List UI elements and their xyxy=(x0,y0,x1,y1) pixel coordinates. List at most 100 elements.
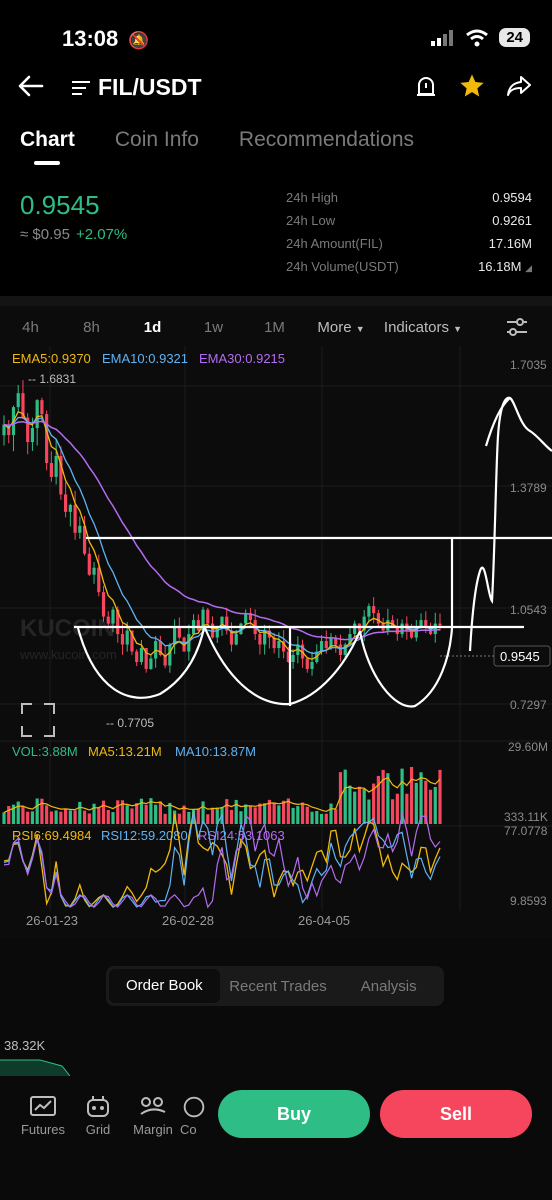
candle-body xyxy=(49,462,53,477)
volume-bar xyxy=(229,809,234,824)
volume-bar xyxy=(21,806,25,824)
volume-bar xyxy=(409,766,414,824)
stat-label: 24h Amount(FIL) xyxy=(286,236,383,251)
volume-bar xyxy=(272,802,276,824)
price-axis-label: 1.0543 xyxy=(510,603,547,617)
volume-bar xyxy=(343,769,347,824)
ema5-legend: EMA5:0.9370 xyxy=(12,351,91,366)
fullscreen-icon[interactable] xyxy=(21,703,55,737)
more-timeframes-dropdown[interactable]: More ▼ xyxy=(305,319,377,336)
candle-body xyxy=(30,428,35,443)
tab-recent-trades[interactable]: Recent Trades xyxy=(223,978,334,995)
volume-bar xyxy=(234,799,238,824)
volume-bar xyxy=(87,813,91,824)
price-axis-label: 1.7035 xyxy=(510,358,547,372)
tab-coin-info[interactable]: Coin Info xyxy=(115,128,199,152)
ema10-legend: EMA10:0.9321 xyxy=(102,351,188,366)
candle-body xyxy=(400,623,404,635)
tab-chart[interactable]: Chart xyxy=(20,128,75,152)
price-alert-icon[interactable] xyxy=(414,74,438,103)
volume-bar xyxy=(225,799,229,824)
rsi-axis-label: 77.0778 xyxy=(504,824,548,838)
grid-bot-icon xyxy=(87,1096,109,1117)
fiat-price-row: ≈ $0.95 +2.07% xyxy=(20,226,127,243)
candle-body xyxy=(244,613,248,624)
volume-bar xyxy=(391,799,395,824)
volume-bar xyxy=(49,811,53,824)
candle-body xyxy=(196,620,200,631)
volume-bar xyxy=(334,809,338,824)
caret-down-icon: ▼ xyxy=(453,323,463,334)
silent-bell-icon: 🔕 xyxy=(128,31,150,50)
timeframe-1m[interactable]: 1M xyxy=(244,319,305,336)
orderbook-tabs: Order Book Recent Trades Analysis xyxy=(106,966,444,1006)
candle-body xyxy=(168,644,172,666)
candle-body xyxy=(45,414,49,463)
volume-legend: VOL:3.88M xyxy=(12,744,78,759)
volume-bar xyxy=(82,810,87,824)
sell-button[interactable]: Sell xyxy=(380,1090,532,1138)
max-price-marker: -- 1.6831 xyxy=(28,372,76,386)
tab-analysis[interactable]: Analysis xyxy=(333,978,444,995)
candle-body xyxy=(277,641,281,649)
favorite-star-icon[interactable] xyxy=(458,72,486,105)
volume-bar xyxy=(395,793,399,824)
nav-futures[interactable]: Futures xyxy=(14,1092,72,1137)
timeframe-4h[interactable]: 4h xyxy=(0,319,61,336)
price-change: +2.07% xyxy=(75,226,128,243)
current-price-value: 0.9545 xyxy=(500,649,540,664)
indicators-dropdown[interactable]: Indicators ▼ xyxy=(377,319,469,336)
volume-bar xyxy=(296,806,300,824)
nav-grid[interactable]: Grid xyxy=(69,1092,127,1137)
volume-bar xyxy=(2,812,6,824)
timeframe-1w[interactable]: 1w xyxy=(183,319,244,336)
volume-bar xyxy=(177,813,181,824)
candle-body xyxy=(291,655,295,662)
volume-bar xyxy=(300,802,305,824)
candle-body xyxy=(16,393,20,408)
volume-bar xyxy=(277,805,281,824)
candle-body xyxy=(305,658,309,669)
volume-bar xyxy=(163,813,167,824)
price-chart[interactable]: KUCOIN www.kucoin.com EMA5:0.9370 EMA10:… xyxy=(0,346,552,936)
tab-order-book[interactable]: Order Book xyxy=(109,969,220,1003)
volume-bar xyxy=(26,811,30,824)
nav-label: Grid xyxy=(85,1122,111,1137)
volume-bar xyxy=(68,810,72,824)
nav-margin[interactable]: Margin xyxy=(124,1092,182,1137)
volume-bar xyxy=(106,809,110,824)
date-label: 26-02-28 xyxy=(162,913,214,928)
date-label: 26-04-05 xyxy=(298,913,350,928)
pair-selector[interactable]: FIL/USDT xyxy=(72,74,202,101)
last-price: 0.9545 xyxy=(20,190,100,220)
caret-down-icon: ▼ xyxy=(355,323,365,334)
volume-bar xyxy=(362,788,366,824)
volume-bar xyxy=(64,808,68,824)
candle-body xyxy=(353,623,357,635)
volume-bar xyxy=(144,804,148,824)
volume-bar xyxy=(54,810,58,824)
chart-settings-icon[interactable] xyxy=(506,317,528,341)
stat-24h-low: 24h Low 0.9261 xyxy=(286,213,532,236)
share-icon[interactable] xyxy=(506,74,532,103)
battery-indicator: 24 xyxy=(499,28,530,47)
rsi12-legend: RSI12:59.2080 xyxy=(101,828,188,843)
section-divider xyxy=(0,296,552,306)
volume-bar xyxy=(386,773,390,824)
back-arrow-icon[interactable] xyxy=(18,72,44,104)
volume-bar xyxy=(59,811,63,824)
margin-icon xyxy=(140,1097,166,1115)
volume-axis-label: 333.11K xyxy=(504,810,548,824)
candle-body xyxy=(372,606,376,614)
timeframe-8h[interactable]: 8h xyxy=(61,319,122,336)
timeframe-1d[interactable]: 1d xyxy=(122,319,183,336)
tab-recommendations[interactable]: Recommendations xyxy=(239,128,414,152)
stat-value: 0.9261 xyxy=(492,213,532,228)
volume-bar xyxy=(348,785,352,824)
nav-copy-trading[interactable]: Co xyxy=(180,1092,208,1137)
date-label: 26-01-23 xyxy=(26,913,78,928)
stat-label: 24h High xyxy=(286,190,339,205)
volume-bar xyxy=(116,800,120,824)
status-icons: 24 xyxy=(431,28,530,47)
buy-button[interactable]: Buy xyxy=(218,1090,370,1138)
